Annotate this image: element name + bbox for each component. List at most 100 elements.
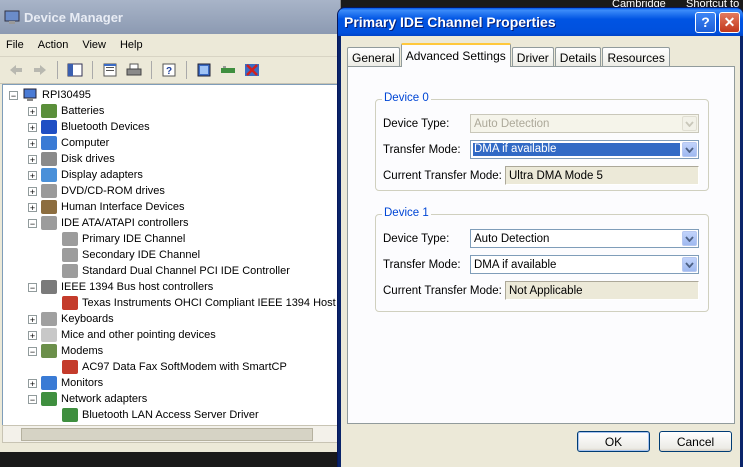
collapse-icon[interactable]: − [28,218,37,228]
tree-node-label: Modems [61,345,104,357]
tree-node-label: Human Interface Devices [61,201,185,213]
tree-node[interactable]: + Bluetooth Devices [28,119,150,135]
tree-node[interactable]: − Modems [28,343,103,359]
menu-action[interactable]: Action [38,39,69,51]
svg-text:?: ? [166,66,172,77]
expand-icon[interactable]: + [28,170,37,180]
cancel-button[interactable]: Cancel [659,431,732,452]
tree-node-label: Secondary IDE Channel [82,249,201,261]
horizontal-scrollbar[interactable] [2,425,340,443]
tab-advanced-settings[interactable]: Advanced Settings [400,43,511,67]
tree-node[interactable]: + Keyboards [28,311,114,327]
device0-type-select: Auto Detection [470,114,699,133]
tree-node-label: IEEE 1394 Bus host controllers [61,281,214,293]
expand-icon[interactable]: + [28,202,37,212]
back-icon[interactable] [6,61,26,79]
tree-node[interactable]: + Computer [28,135,109,151]
expand-icon[interactable]: + [28,106,37,116]
show-hide-tree-icon[interactable] [65,61,85,79]
print-icon[interactable] [124,61,144,79]
tree-node[interactable]: AC97 Data Fax SoftModem with SmartCP [47,359,287,375]
ieee1394-icon [41,280,57,294]
device-type-label: Device Type: [383,118,450,130]
tree-node[interactable]: + Display adapters [28,167,143,183]
chevron-down-icon[interactable] [682,257,697,272]
tree-node-label: Monitors [61,377,104,389]
toolbar-separator [151,61,152,79]
display-adapter-icon [41,168,57,182]
tab-driver[interactable]: Driver [511,47,554,67]
help-icon[interactable]: ? [159,61,179,79]
update-driver-icon[interactable] [194,61,214,79]
tree-node[interactable]: + Monitors [28,375,103,391]
expand-icon[interactable]: + [28,122,37,132]
close-button[interactable]: ✕ [719,11,740,33]
tree-node[interactable]: Texas Instruments OHCI Compliant IEEE 13… [47,295,339,311]
expand-icon[interactable]: + [28,378,37,388]
device0-transfer-mode-select[interactable]: DMA if available [470,140,699,159]
scrollbar-thumb[interactable] [21,428,313,441]
current-transfer-mode-label: Current Transfer Mode: [383,285,502,297]
tree-node-label: Network adapters [61,393,148,405]
expand-icon[interactable]: + [28,330,37,340]
collapse-icon[interactable]: − [28,346,37,356]
dialog-titlebar[interactable]: Primary IDE Channel Properties ? ✕ [338,8,743,36]
tree-node-label: Disk drives [61,153,115,165]
tree-node[interactable]: Secondary IDE Channel [47,247,200,263]
tree-node[interactable]: + Human Interface Devices [28,199,185,215]
expand-icon[interactable]: + [28,186,37,196]
menu-view[interactable]: View [82,39,106,51]
device-tree[interactable]: − RPI30495 + Batteries + Bluetooth Devices +… [2,84,340,426]
modem-icon [41,344,57,358]
battery-icon [41,104,57,118]
tab-resources[interactable]: Resources [602,47,670,67]
hid-icon [41,200,57,214]
tree-node[interactable]: + DVD/CD-ROM drives [28,183,165,199]
tab-general[interactable]: General [347,47,400,67]
tree-node[interactable]: + Disk drives [28,151,115,167]
device1-transfer-mode-select[interactable]: DMA if available [470,255,699,274]
network-adapter-icon [41,392,57,406]
tree-node[interactable]: − Network adapters [28,391,147,407]
chevron-down-icon[interactable] [682,231,697,246]
chevron-down-icon[interactable] [682,142,697,157]
collapse-icon[interactable]: − [28,394,37,404]
current-transfer-mode-label: Current Transfer Mode: [383,170,502,182]
menu-help[interactable]: Help [120,39,143,51]
dialog-body: General Advanced Settings Driver Details… [341,36,740,467]
tree-root[interactable]: − RPI30495 [9,87,91,103]
expand-icon[interactable]: + [28,154,37,164]
chevron-down-icon [682,116,697,131]
uninstall-icon[interactable] [242,61,262,79]
tree-node[interactable]: + Mice and other pointing devices [28,327,216,343]
tree-node[interactable]: Primary IDE Channel [47,231,185,247]
collapse-icon[interactable]: − [9,90,18,100]
tree-node-label: Primary IDE Channel [82,233,186,245]
tree-node-label: DVD/CD-ROM drives [61,185,165,197]
tree-node[interactable]: Bluetooth LAN Access Server Driver [47,407,259,423]
expand-icon[interactable]: + [28,314,37,324]
monitor-icon [41,376,57,390]
tree-node[interactable]: + Batteries [28,103,104,119]
collapse-icon[interactable]: − [28,282,37,292]
toolbar-separator [92,61,93,79]
properties-icon[interactable] [100,61,120,79]
device-manager-icon [4,10,20,24]
help-button[interactable]: ? [695,11,716,33]
device1-type-select[interactable]: Auto Detection [470,229,699,248]
menu-file[interactable]: File [6,39,24,51]
expand-icon[interactable]: + [28,138,37,148]
tree-node[interactable]: − IDE ATA/ATAPI controllers [28,215,189,231]
tab-details[interactable]: Details [554,47,602,67]
scan-hardware-icon[interactable] [218,61,238,79]
question-mark-icon: ? [701,14,710,30]
device0-transfer-mode-value: DMA if available [473,143,680,156]
ide-controller-icon [41,216,57,230]
tree-node[interactable]: − IEEE 1394 Bus host controllers [28,279,213,295]
device0-current-mode-field: Ultra DMA Mode 5 [505,166,699,185]
tree-node[interactable]: Standard Dual Channel PCI IDE Controller [47,263,290,279]
device-manager-titlebar[interactable]: Device Manager [0,0,340,34]
forward-icon[interactable] [30,61,50,79]
ok-button[interactable]: OK [577,431,650,452]
device1-current-mode-value: Not Applicable [509,284,583,297]
